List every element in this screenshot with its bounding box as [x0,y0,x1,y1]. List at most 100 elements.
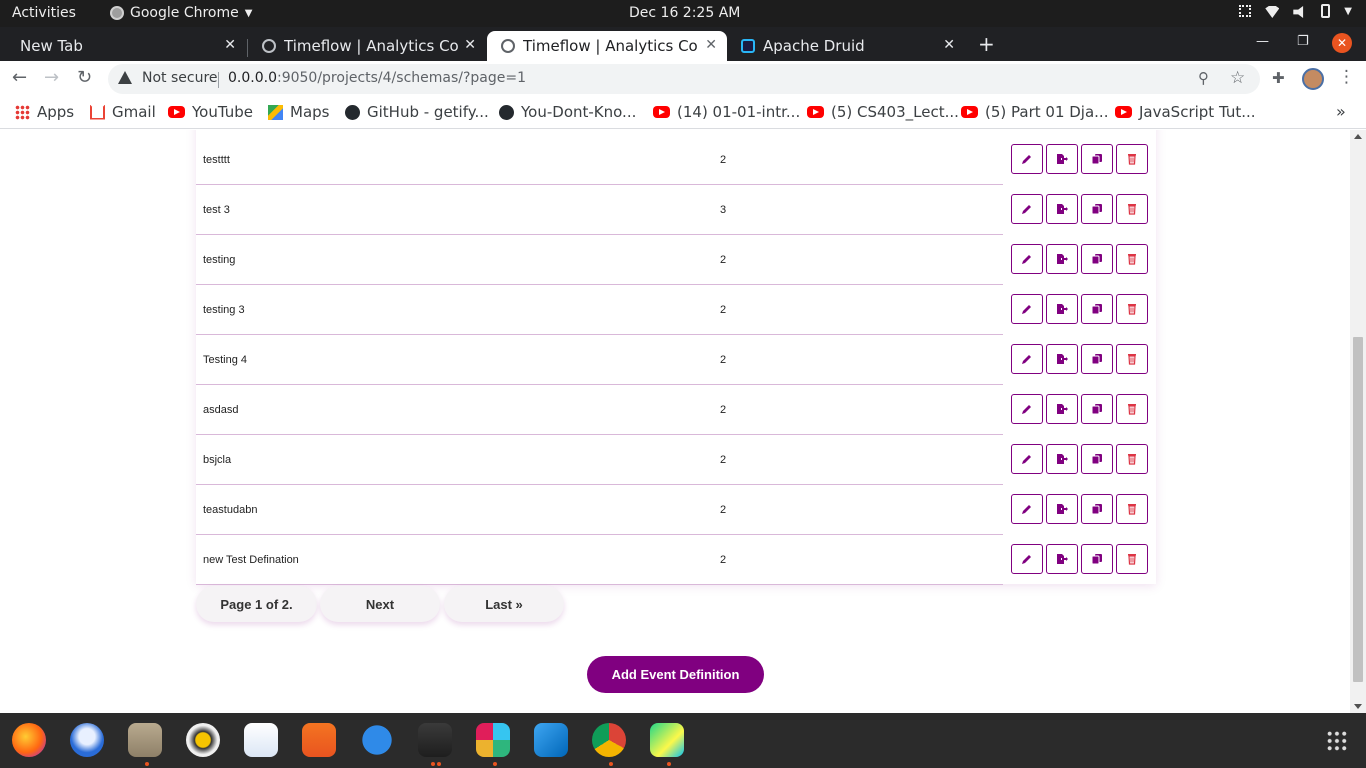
software-center-icon[interactable] [302,723,336,757]
app-menu[interactable]: Google Chrome ▼ [110,5,252,21]
tab-new-tab[interactable]: New Tab ✕ [6,31,246,61]
forward-icon[interactable]: → [44,67,59,88]
libreoffice-writer-icon[interactable] [244,723,278,757]
chrome-icon[interactable] [592,723,626,757]
activities-button[interactable]: Activities [12,5,76,21]
bookmark-youtube[interactable]: YouTube [168,103,253,121]
close-tab-icon[interactable]: ✕ [705,37,717,53]
back-icon[interactable]: ← [12,67,27,88]
delete-button[interactable] [1116,294,1148,324]
last-page-button[interactable]: Last » [444,586,564,622]
restore-icon[interactable]: ❐ [1297,34,1309,49]
delete-button[interactable] [1116,394,1148,424]
edit-button[interactable] [1011,544,1043,574]
bookmark-gmail[interactable]: Gmail [90,103,156,121]
edit-button[interactable] [1011,294,1043,324]
close-tab-icon[interactable]: ✕ [943,37,955,53]
show-apps-icon[interactable] [1326,730,1348,752]
bookmark-ydkjs[interactable]: You-Dont-Kno... [499,103,636,121]
slack-icon[interactable] [476,723,510,757]
kebab-menu-icon[interactable]: ⋮ [1338,67,1355,87]
duplicate-button[interactable] [1081,144,1113,174]
export-button[interactable] [1046,544,1078,574]
duplicate-button[interactable] [1081,344,1113,374]
system-tray[interactable]: ▼ [1239,4,1352,18]
row-divider [196,584,1003,585]
export-button[interactable] [1046,344,1078,374]
add-event-definition-button[interactable]: Add Event Definition [587,656,764,693]
bookmark-yt-2[interactable]: (5) CS403_Lect... [807,103,959,121]
warning-icon[interactable] [118,71,132,84]
profile-avatar[interactable] [1302,68,1324,90]
close-tab-icon[interactable]: ✕ [224,37,236,53]
delete-button[interactable] [1116,244,1148,274]
more-bookmarks-icon[interactable]: » [1336,102,1346,121]
tab-apache-druid[interactable]: Apache Druid ✕ [727,31,965,61]
zoom-icon[interactable]: ⚲ [1198,69,1209,87]
edit-button[interactable] [1011,394,1043,424]
scrollbar-thumb[interactable] [1353,337,1363,682]
security-label[interactable]: Not secure [142,70,218,86]
firefox-icon[interactable] [12,723,46,757]
close-window-icon[interactable]: ✕ [1332,33,1352,53]
delete-button[interactable] [1116,544,1148,574]
edit-button[interactable] [1011,444,1043,474]
bookmark-yt-3[interactable]: (5) Part 01 Dja... [961,103,1108,121]
edit-button[interactable] [1011,194,1043,224]
bookmark-maps[interactable]: Maps [268,103,329,121]
export-button[interactable] [1046,144,1078,174]
export-button[interactable] [1046,444,1078,474]
new-tab-button[interactable]: + [978,32,995,56]
duplicate-button[interactable] [1081,244,1113,274]
duplicate-button[interactable] [1081,444,1113,474]
duplicate-button[interactable] [1081,394,1113,424]
export-button[interactable] [1046,394,1078,424]
address-bar[interactable]: Not secure 0.0.0.0:9050/projects/4/schem… [108,64,1260,94]
bookmark-yt-4[interactable]: JavaScript Tut... [1115,103,1256,121]
export-button[interactable] [1046,244,1078,274]
extensions-puzzle-icon[interactable]: ✚ [1272,69,1285,87]
bookmark-github-getify[interactable]: GitHub - getify... [345,103,489,121]
delete-button[interactable] [1116,494,1148,524]
delete-button[interactable] [1116,144,1148,174]
minimize-icon[interactable]: — [1256,34,1269,49]
bookmark-apps[interactable]: Apps [15,103,74,121]
page-info-button[interactable]: Page 1 of 2. [196,586,317,622]
duplicate-button[interactable] [1081,544,1113,574]
clock[interactable]: Dec 16 2:25 AM [629,5,740,21]
edit-button[interactable] [1011,144,1043,174]
delete-button[interactable] [1116,344,1148,374]
pycharm-icon[interactable] [650,723,684,757]
tab-timeflow-active[interactable]: Timeflow | Analytics Cons ✕ [487,31,727,61]
rhythmbox-icon[interactable] [186,723,220,757]
close-tab-icon[interactable]: ✕ [464,37,476,53]
schema-version: 2 [720,304,727,316]
help-icon[interactable] [360,723,394,757]
edit-button[interactable] [1011,494,1043,524]
bookmark-star-icon[interactable]: ☆ [1230,68,1245,88]
thunderbird-icon[interactable] [70,723,104,757]
duplicate-button[interactable] [1081,194,1113,224]
scroll-down-icon[interactable] [1354,704,1362,709]
edit-button[interactable] [1011,244,1043,274]
edit-button[interactable] [1011,344,1043,374]
tab-timeflow-1[interactable]: Timeflow | Analytics Cons ✕ [248,31,486,61]
next-page-button[interactable]: Next [320,586,440,622]
export-button[interactable] [1046,194,1078,224]
terminal-icon[interactable] [418,723,452,757]
export-button[interactable] [1046,294,1078,324]
delete-button[interactable] [1116,194,1148,224]
duplicate-button[interactable] [1081,294,1113,324]
edit-icon [1021,553,1033,565]
export-button[interactable] [1046,494,1078,524]
files-icon[interactable] [128,723,162,757]
delete-button[interactable] [1116,444,1148,474]
url-text[interactable]: 0.0.0.0:9050/projects/4/schemas/?page=1 [228,70,526,86]
scroll-up-icon[interactable] [1354,134,1362,139]
reload-icon[interactable]: ↻ [77,67,92,88]
page-scrollbar[interactable] [1350,130,1366,713]
duplicate-button[interactable] [1081,494,1113,524]
volume-icon [1293,6,1304,18]
vscode-icon[interactable] [534,723,568,757]
bookmark-yt-1[interactable]: (14) 01-01-intr... [653,103,800,121]
